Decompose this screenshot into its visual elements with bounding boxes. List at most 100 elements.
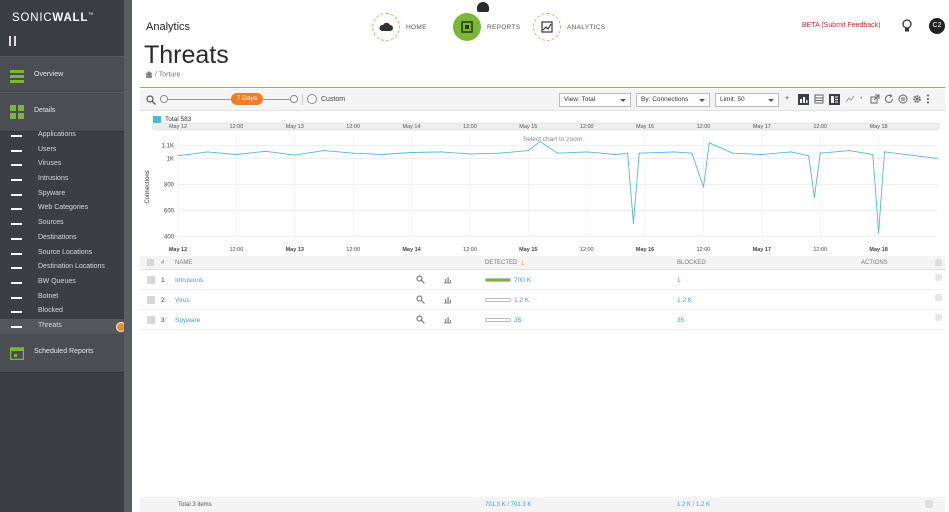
sidebar-overview-label: Overview <box>34 71 64 78</box>
detected-value[interactable]: 35 <box>514 317 521 324</box>
range-slider-value[interactable]: 7 Days <box>231 93 263 105</box>
sidebar-section-overview[interactable]: Overview <box>0 56 124 96</box>
by-select[interactable]: By: Connections <box>636 93 710 107</box>
drilldown-chart-icon[interactable] <box>443 295 452 304</box>
home-icon[interactable] <box>145 71 153 78</box>
row-name-link[interactable]: Intrusions <box>175 277 203 284</box>
detected-value[interactable]: 700 K <box>514 277 531 284</box>
x-tick-label: 12:00 <box>697 247 711 253</box>
table-row[interactable]: 2 Virus 1.2 K 1.2 K <box>140 290 945 310</box>
data-point <box>440 151 442 153</box>
range-slider-track[interactable] <box>164 99 294 100</box>
navigator-tick-label: 12:00 <box>463 124 477 130</box>
nav-home[interactable]: HOME <box>372 13 427 41</box>
sidebar-item-botnet[interactable]: Botnet <box>0 290 124 305</box>
line-chart-icon[interactable] <box>845 94 855 104</box>
row-action-icon[interactable] <box>935 314 942 321</box>
sidebar-section-details[interactable]: Details <box>0 92 124 132</box>
data-point <box>819 152 821 154</box>
y-axis-label: Connections <box>145 170 151 203</box>
dash-icon <box>11 149 22 152</box>
sidebar-item-sources[interactable]: Sources <box>0 216 124 231</box>
sidebar-item-web-categories[interactable]: Web Categories <box>0 201 124 216</box>
blocked-value[interactable]: 1 <box>677 277 681 284</box>
lightbulb-icon[interactable] <box>901 19 913 33</box>
sidebar-item-viruses[interactable]: Viruses <box>0 157 124 172</box>
sidebar-item-users[interactable]: Users <box>0 143 124 158</box>
row-name-link[interactable]: Spyware <box>175 317 200 324</box>
col-blocked[interactable]: BLOCKED <box>677 260 706 266</box>
range-slider-end-handle[interactable] <box>290 95 298 103</box>
data-point <box>586 151 588 153</box>
footer-settings-icon[interactable] <box>925 500 933 508</box>
connections-chart[interactable]: 1.1K 1K 800 600 400 May 12 May 12 12:00 12:00 May… <box>140 113 945 255</box>
limit-select-value: Limit: 50 <box>720 96 745 103</box>
search-icon[interactable] <box>416 275 425 284</box>
col-name[interactable]: NAME <box>175 260 192 266</box>
blocked-value[interactable]: 35 <box>677 317 684 324</box>
limit-select[interactable]: Limit: 50 <box>715 93 779 107</box>
y-tick-label: 600 <box>164 208 175 214</box>
details-icon <box>10 105 24 119</box>
sidebar-item-source-locations[interactable]: Source Locations <box>0 246 124 261</box>
add-button[interactable]: + <box>785 95 789 102</box>
range-slider-start-handle[interactable] <box>160 95 168 103</box>
collapse-handle-icon[interactable] <box>9 36 16 46</box>
sidebar-item-destinations[interactable]: Destinations <box>0 231 124 246</box>
search-icon[interactable] <box>416 315 425 324</box>
drilldown-chart-icon[interactable] <box>443 275 452 284</box>
gear-icon[interactable] <box>912 94 922 104</box>
detected-value[interactable]: 1.2 K <box>514 297 529 304</box>
data-point <box>352 152 354 154</box>
col-number[interactable]: # <box>161 260 164 266</box>
beta-feedback-link[interactable]: BETA (Submit Feedback) <box>802 22 880 29</box>
nav-reports[interactable]: REPORTS <box>453 13 520 41</box>
split-view-icon[interactable] <box>829 94 840 105</box>
navigator-tick-label: 12:00 <box>580 124 594 130</box>
sidebar-scheduled-label: Scheduled Reports <box>34 348 94 355</box>
row-checkbox[interactable] <box>147 316 155 324</box>
row-action-icon[interactable] <box>935 294 942 301</box>
table-row[interactable]: 3 Spyware 35 35 <box>140 310 945 330</box>
x-tick-label: May 14 <box>402 247 421 253</box>
zoom-icon[interactable] <box>146 95 156 105</box>
sort-desc-icon[interactable]: 🡓 <box>521 259 525 270</box>
custom-radio[interactable] <box>307 94 317 104</box>
chart-view-icon[interactable] <box>798 94 809 105</box>
row-checkbox[interactable] <box>147 296 155 304</box>
sidebar-item-destination-locations[interactable]: Destination Locations <box>0 260 124 275</box>
report-icon[interactable] <box>898 94 908 104</box>
refresh-icon[interactable] <box>884 94 894 104</box>
avatar[interactable]: C2 <box>929 18 945 34</box>
blocked-value[interactable]: 1.2 K <box>677 297 692 304</box>
row-action-icon[interactable] <box>935 274 942 281</box>
data-point <box>498 152 500 154</box>
row-checkbox[interactable] <box>147 276 155 284</box>
sidebar-section-scheduled-reports[interactable]: Scheduled Reports <box>0 333 124 373</box>
more-options-icon[interactable] <box>926 94 930 104</box>
data-point <box>539 140 541 143</box>
column-settings-icon[interactable] <box>935 259 942 266</box>
view-select[interactable]: View: Total <box>559 93 631 107</box>
sidebar-item-label: Spyware <box>38 189 66 197</box>
by-select-value: By: Connections <box>641 96 689 103</box>
sidebar-item-label: Viruses <box>38 160 62 168</box>
export-icon[interactable] <box>870 94 880 104</box>
search-icon[interactable] <box>416 295 425 304</box>
sidebar-item-blocked[interactable]: Blocked <box>0 304 124 319</box>
table-view-icon[interactable] <box>814 94 824 104</box>
sidebar-item-spyware[interactable]: Spyware <box>0 187 124 202</box>
sidebar-item-intrusions[interactable]: Intrusions <box>0 172 124 187</box>
data-point <box>872 153 874 156</box>
row-name-link[interactable]: Virus <box>175 297 190 304</box>
select-all-checkbox[interactable] <box>147 259 154 266</box>
sidebar-item-applications[interactable]: Applications <box>0 128 124 143</box>
data-point <box>527 150 529 152</box>
col-detected[interactable]: DETECTED <box>485 260 517 266</box>
x-tick-label: May 18 <box>869 247 887 253</box>
sidebar-item-bw-queues[interactable]: BW Queues <box>0 275 124 290</box>
sidebar-item-threats[interactable]: Threats <box>0 318 126 334</box>
drilldown-chart-icon[interactable] <box>443 315 452 324</box>
nav-analytics[interactable]: ANALYTICS <box>533 13 605 41</box>
table-row[interactable]: 1 Intrusions 700 K 1 <box>140 270 945 290</box>
